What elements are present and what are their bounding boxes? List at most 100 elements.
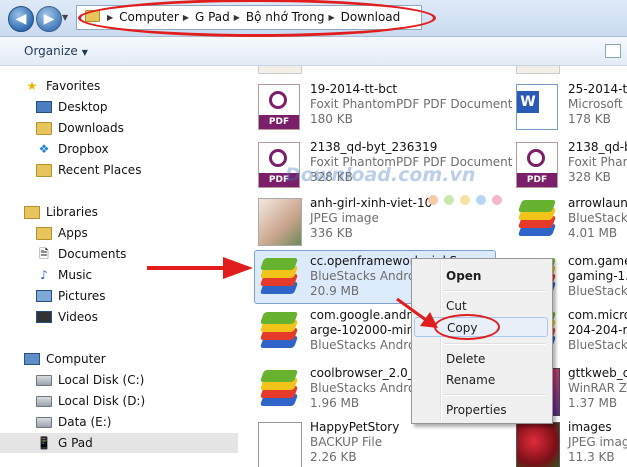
context-menu: Open Cut Copy Delete Rename Properties	[411, 258, 553, 424]
file-name: com.gamelo	[568, 254, 627, 268]
nav-downloads[interactable]: Downloads	[0, 118, 274, 138]
nav-computer[interactable]: Computer	[0, 349, 262, 369]
menu-item-delete[interactable]: Delete	[414, 349, 548, 369]
nav-recent-places[interactable]: Recent Places	[0, 160, 274, 180]
file-type: BlueStacks Andro	[310, 381, 416, 395]
file-name: HappyPetStory	[310, 420, 400, 434]
nav-downloads-label: Downloads	[58, 121, 124, 135]
file-name-line2: gaming-1.0.	[568, 269, 627, 283]
file-type: JPEG image	[568, 435, 627, 449]
file-type: JPEG image	[310, 211, 379, 225]
copy-highlight-oval	[434, 314, 500, 340]
menu-item-properties[interactable]: Properties	[414, 400, 548, 420]
file-size: 4.01 MB	[568, 226, 618, 240]
watermark: Download.com.vn	[285, 164, 476, 186]
file-name-line2: 204-204-min	[568, 323, 627, 337]
backup-file-icon	[258, 422, 302, 467]
file-item[interactable]: images JPEG image 11.3 KB	[496, 418, 627, 467]
watermark-dots	[428, 195, 502, 205]
file-name: 2138_qd-byt_236319	[310, 140, 438, 154]
pictures-icon	[36, 289, 52, 303]
file-name: gttkweb_do	[568, 366, 627, 380]
organize-button[interactable]: Organize ▼	[24, 44, 88, 58]
history-dropdown-icon[interactable]: ▼	[62, 13, 68, 22]
nav-favorites-label: Favorites	[46, 79, 101, 93]
bluestacks-apk-icon	[258, 368, 300, 414]
forward-button[interactable]: ▶	[36, 6, 62, 32]
file-thumbnail-icon	[258, 66, 302, 74]
file-name: 25-2014-tt-	[568, 82, 627, 96]
file-name: anh-girl-xinh-viet-10-	[310, 196, 437, 210]
file-size: 1.37 MB	[568, 396, 618, 410]
videos-icon	[36, 310, 52, 324]
file-type: BlueStacks A	[568, 338, 627, 352]
file-size: 180 KB	[310, 112, 353, 126]
view-options-icon[interactable]	[605, 44, 621, 58]
nav-gpad-label: G Pad	[58, 436, 93, 450]
nav-apps[interactable]: Apps	[0, 223, 274, 243]
nav-videos[interactable]: Videos	[0, 307, 274, 327]
apps-library-icon	[36, 226, 52, 240]
nav-apps-label: Apps	[58, 226, 88, 240]
file-size: 328 KB	[568, 170, 611, 184]
nav-dropbox-label: Dropbox	[58, 142, 109, 156]
file-type: Microsoft W	[568, 97, 627, 111]
downloads-folder-icon	[36, 121, 52, 135]
nav-libraries-label: Libraries	[46, 205, 98, 219]
nav-local-disk-c-label: Local Disk (C:)	[58, 373, 145, 387]
annotation-arrow-icon	[396, 297, 438, 328]
nav-local-disk-d[interactable]: Local Disk (D:)	[0, 391, 274, 411]
file-name: images	[568, 420, 612, 434]
file-name: 2138_qd-by	[568, 140, 627, 154]
nav-libraries[interactable]: Libraries	[0, 202, 262, 222]
file-item[interactable]: HappyPetStory BACKUP File 2.26 KB	[238, 418, 478, 467]
file-type: BACKUP File	[310, 435, 383, 449]
file-name: 19-2014-tt-bct	[310, 82, 398, 96]
nav-computer-label: Computer	[46, 352, 106, 366]
drive-icon	[36, 415, 52, 429]
bluestacks-apk-icon	[258, 310, 300, 356]
file-type: BlueStacks A	[568, 284, 627, 298]
file-name: coolbrowser_2.0_re	[310, 366, 426, 380]
file-type: Foxit Phan	[568, 155, 627, 169]
drive-icon	[36, 373, 52, 387]
command-bar: Organize ▼	[0, 37, 627, 66]
music-icon: ♪	[40, 268, 48, 282]
file-item[interactable]: PDF 19-2014-tt-bct Foxit PhantomPDF PDF …	[238, 80, 513, 142]
bluestacks-apk-icon	[516, 198, 558, 244]
back-button[interactable]: ◀	[8, 6, 34, 32]
file-item[interactable]: W 25-2014-tt- Microsoft W 178 KB	[496, 80, 627, 142]
device-icon: 📱	[36, 436, 52, 450]
menu-item-open[interactable]: Open	[414, 266, 548, 286]
photo-thumbnail-icon	[258, 198, 302, 246]
nav-desktop[interactable]: Desktop	[0, 97, 274, 117]
nav-pictures-label: Pictures	[58, 289, 106, 303]
file-type: BlueStacks A	[568, 211, 627, 225]
file-size: 1.96 MB	[310, 396, 360, 410]
nav-desktop-label: Desktop	[58, 100, 108, 114]
star-icon: ★	[26, 79, 38, 93]
nav-recent-places-label: Recent Places	[58, 163, 142, 177]
nav-gpad[interactable]: 📱 G Pad	[0, 433, 274, 453]
file-size: 2.26 KB	[310, 450, 357, 464]
nav-music-label: Music	[58, 268, 93, 282]
nav-favorites[interactable]: ★ Favorites	[0, 76, 262, 96]
nav-local-disk-d-label: Local Disk (D:)	[58, 394, 146, 408]
desktop-icon	[36, 100, 52, 114]
file-size: 178 KB	[568, 112, 611, 126]
word-document-icon: W	[516, 84, 558, 130]
file-name: com.micros	[568, 308, 627, 322]
nav-pictures[interactable]: Pictures	[0, 286, 274, 306]
file-size: 11.3 KB	[568, 450, 615, 464]
file-item[interactable]: PDF 2138_qd-by Foxit Phan 328 KB	[496, 138, 627, 200]
nav-videos-label: Videos	[58, 310, 98, 324]
pdf-icon: PDF	[258, 84, 300, 130]
file-type: WinRAR ZIP	[568, 381, 627, 395]
nav-data-e-label: Data (E:)	[58, 415, 112, 429]
file-item[interactable]: arrowlaunch BlueStacks A 4.01 MB	[496, 194, 627, 256]
nav-local-disk-c[interactable]: Local Disk (C:)	[0, 370, 274, 390]
nav-dropbox[interactable]: ❖ Dropbox	[0, 139, 274, 159]
file-type: Foxit PhantomPDF PDF Document	[310, 97, 513, 111]
menu-item-rename[interactable]: Rename	[414, 370, 548, 390]
nav-data-e[interactable]: Data (E:)	[0, 412, 274, 432]
